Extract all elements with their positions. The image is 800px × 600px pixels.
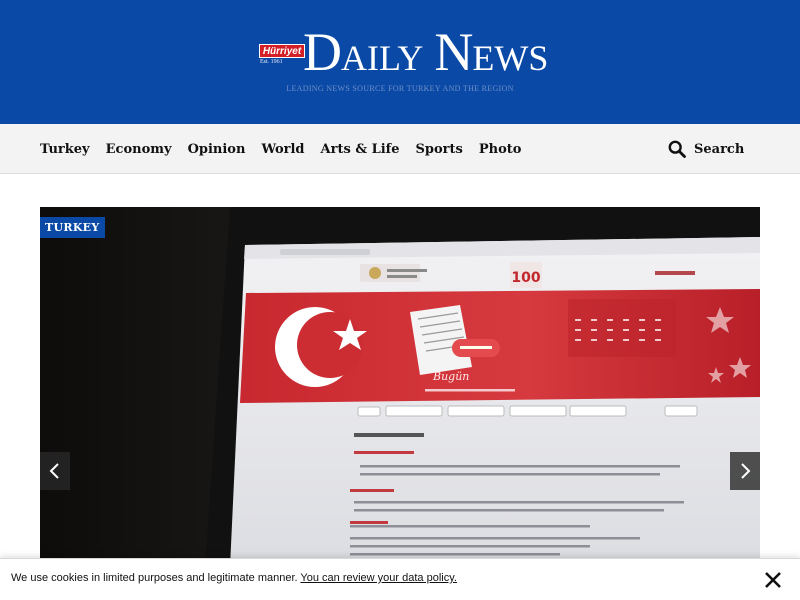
slider-next-button[interactable] — [730, 452, 760, 490]
search-icon — [668, 140, 686, 158]
logo-word-aily: AILY — [341, 38, 424, 78]
category-badge[interactable]: TURKEY — [40, 217, 105, 238]
logo-letter-n: N — [434, 22, 473, 82]
logo-word-ews: EWS — [472, 38, 549, 78]
main-nav: Turkey Economy Opinion World Arts & Life… — [0, 124, 800, 174]
hero-image[interactable]: 100 Bugün — [40, 207, 760, 567]
logo-wordmark: DAILY NEWS — [303, 25, 549, 84]
hurriyet-badge-est: Est. 1961 — [260, 59, 283, 65]
cookie-message: We use cookies in limited purposes and l… — [11, 572, 457, 584]
slider-prev-button[interactable] — [40, 452, 70, 490]
chevron-left-icon — [49, 463, 59, 479]
nav-item-sports[interactable]: Sports — [416, 142, 463, 157]
logo-tagline: LEADING NEWS SOURCE FOR TURKEY AND THE R… — [286, 84, 514, 93]
nav-item-opinion[interactable]: Opinion — [188, 142, 246, 157]
cookie-banner: We use cookies in limited purposes and l… — [0, 558, 800, 600]
hurriyet-badge: Hürriyet Est. 1961 — [259, 44, 305, 66]
nav-item-photo[interactable]: Photo — [479, 142, 522, 157]
hero-slider[interactable]: 100 Bugün — [40, 207, 760, 567]
screen-badge-text: 100 — [511, 270, 540, 286]
logo-letter-d: D — [303, 22, 342, 82]
data-policy-link[interactable]: You can review your data policy. — [300, 572, 457, 584]
search-button[interactable]: Search — [668, 137, 744, 161]
chevron-right-icon — [741, 463, 751, 479]
hurriyet-badge-label: Hürriyet — [259, 44, 305, 58]
nav-item-world[interactable]: World — [261, 142, 304, 157]
cookie-close-button[interactable] — [764, 571, 782, 589]
close-icon — [765, 572, 781, 588]
nav-list: Turkey Economy Opinion World Arts & Life… — [40, 124, 521, 174]
cookie-text: We use cookies in limited purposes and l… — [11, 572, 298, 584]
nav-item-economy[interactable]: Economy — [106, 142, 172, 157]
screen-heading: Bugün — [432, 370, 469, 383]
nav-item-arts-life[interactable]: Arts & Life — [321, 142, 400, 157]
nav-item-turkey[interactable]: Turkey — [40, 142, 90, 157]
search-label: Search — [694, 141, 745, 157]
masthead: Hürriyet Est. 1961 DAILY NEWS LEADING NE… — [0, 0, 800, 124]
